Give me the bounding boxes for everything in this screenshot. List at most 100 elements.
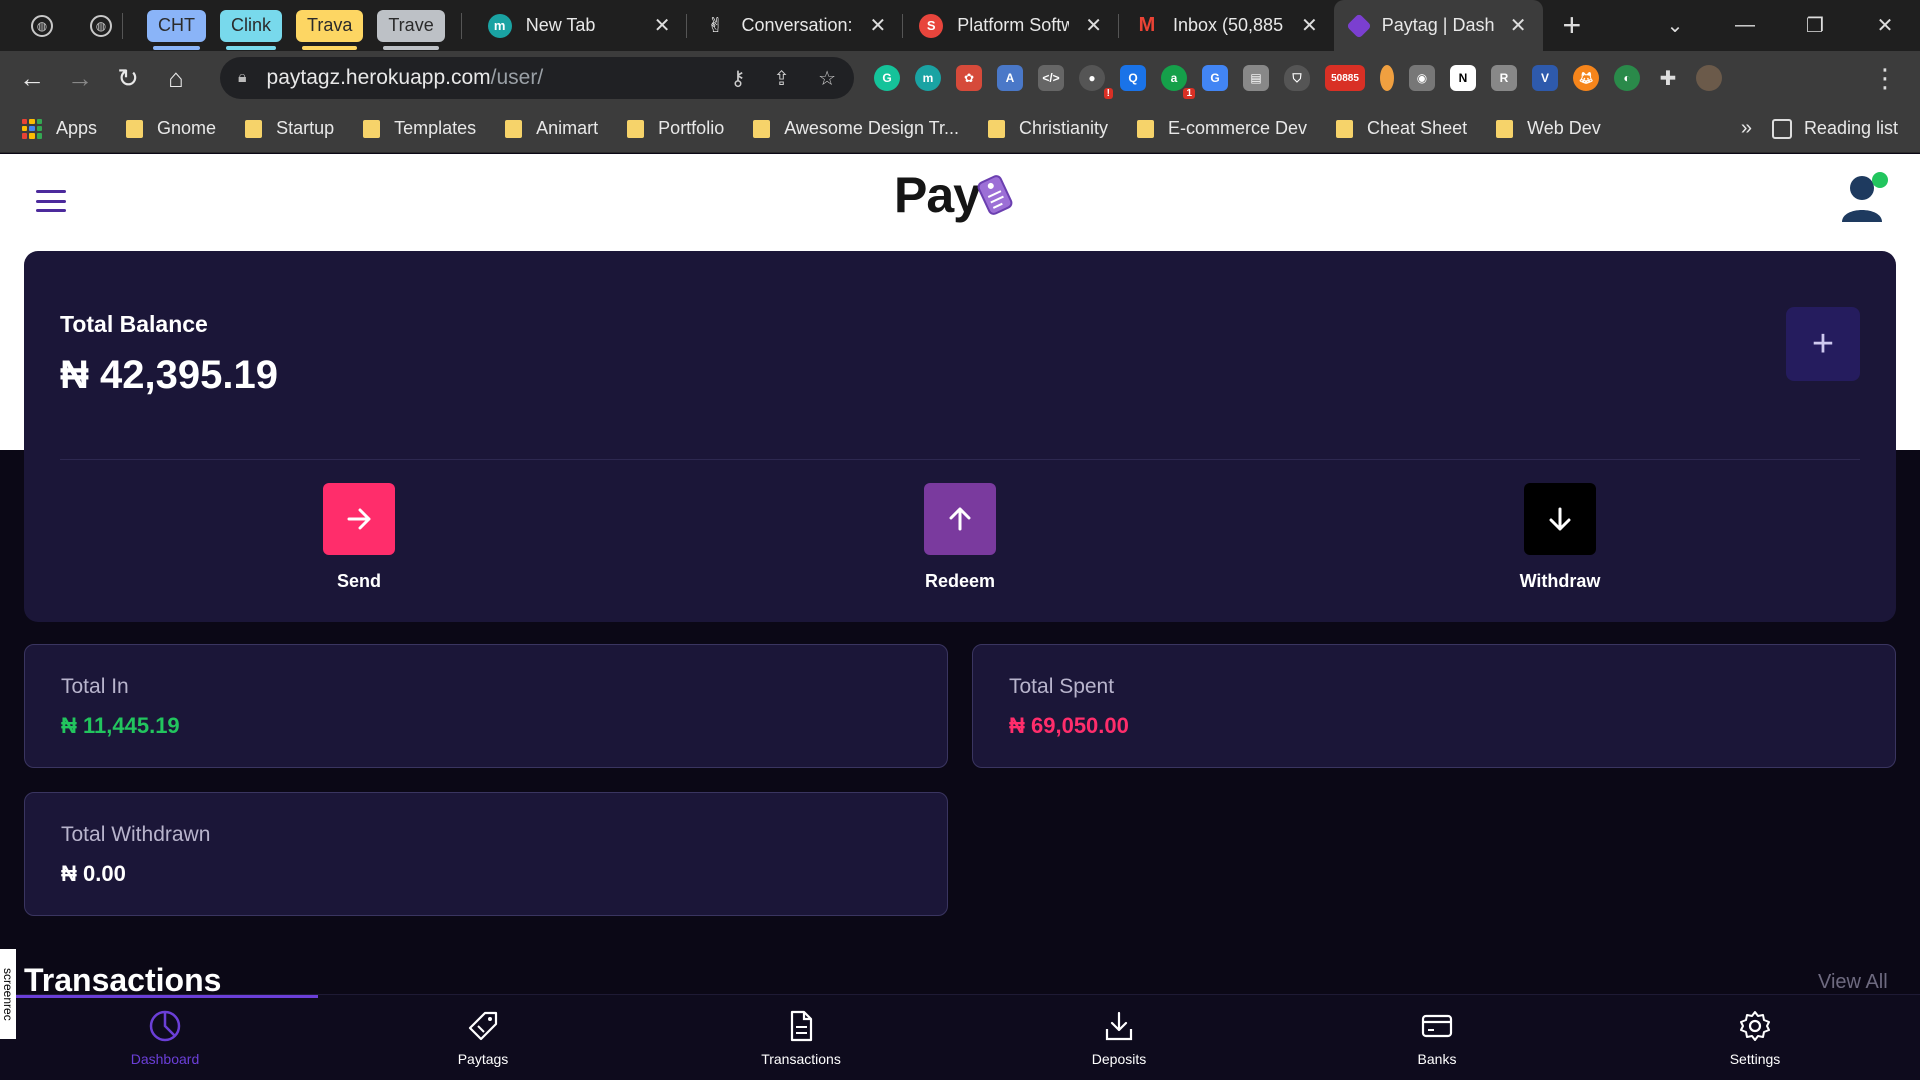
address-bar[interactable]: 🔒︎ paytagz.herokuapp.com/user/ ⚷ ⇪ ☆ bbox=[220, 57, 854, 99]
q-extension-icon[interactable]: Q bbox=[1120, 65, 1146, 91]
close-icon[interactable]: ✕ bbox=[1510, 13, 1527, 38]
translate-icon[interactable]: G bbox=[1202, 65, 1228, 91]
bookmark-apps[interactable]: Apps bbox=[22, 118, 97, 139]
extensions-bar: G m ✿ A </> ●! Q a1 G ▤ ⛉ 50885 ◉ N R V … bbox=[874, 65, 1722, 99]
view-all-link[interactable]: View All bbox=[1818, 971, 1888, 994]
send-button[interactable] bbox=[323, 483, 395, 555]
browser-tab-active[interactable]: Paytag | Dash ✕ bbox=[1333, 0, 1543, 51]
bookmark-label: Christianity bbox=[1018, 118, 1108, 138]
tag-logo-icon bbox=[977, 175, 1013, 215]
redeem-label: Redeem bbox=[924, 571, 996, 591]
close-icon[interactable]: ✕ bbox=[1301, 13, 1318, 38]
send-action[interactable]: Send bbox=[289, 483, 429, 592]
m-extension-icon[interactable]: m bbox=[915, 65, 941, 91]
bookmark-folder[interactable]: Startup bbox=[245, 118, 334, 139]
nav-dashboard[interactable]: Dashboard bbox=[105, 1009, 225, 1067]
s-logo-icon: S bbox=[919, 13, 944, 38]
star-icon[interactable]: ☆ bbox=[818, 66, 836, 91]
code-icon[interactable]: </> bbox=[1038, 65, 1064, 91]
bookmark-label: Apps bbox=[56, 118, 98, 138]
profile-avatar[interactable] bbox=[1696, 65, 1722, 91]
globe-icon[interactable]: ◍ bbox=[31, 14, 53, 37]
chevron-down-icon[interactable]: ⌄ bbox=[1640, 13, 1710, 38]
bookmark-folder[interactable]: Christianity bbox=[987, 118, 1108, 139]
close-icon[interactable]: ✕ bbox=[869, 13, 886, 38]
bookmark-folder[interactable]: Portfolio bbox=[627, 118, 724, 139]
globe-icon[interactable]: ◍ bbox=[90, 14, 112, 37]
withdraw-action[interactable]: Withdraw bbox=[1490, 483, 1630, 592]
minimize-icon[interactable]: — bbox=[1710, 14, 1780, 37]
shield-v-icon[interactable]: V bbox=[1532, 65, 1558, 91]
metamask-icon[interactable]: 🦊︎ bbox=[1573, 65, 1599, 91]
document-icon bbox=[790, 1010, 813, 1042]
kebab-menu-icon[interactable]: ⋮ bbox=[1872, 63, 1898, 94]
download-icon bbox=[1105, 1011, 1133, 1041]
bookmark-folder[interactable]: Web Dev bbox=[1496, 118, 1601, 139]
bookmark-folder[interactable]: E-commerce Dev bbox=[1137, 118, 1307, 139]
mail-count: 50885 bbox=[1331, 72, 1359, 84]
browser-tab[interactable]: m New Tab ✕ bbox=[472, 0, 687, 51]
nav-label: Paytags bbox=[457, 1051, 509, 1067]
redeem-button[interactable] bbox=[924, 483, 996, 555]
bookmark-folder[interactable]: Cheat Sheet bbox=[1336, 118, 1467, 139]
mail-counter-icon[interactable]: 50885 bbox=[1325, 65, 1365, 91]
tab-title: New Tab bbox=[525, 15, 596, 35]
puzzle-icon[interactable]: ✚ bbox=[1655, 65, 1681, 91]
tab-group-trave[interactable]: Trave bbox=[377, 9, 445, 50]
browser-tab[interactable]: S Platform Softw ✕ bbox=[903, 0, 1118, 51]
nav-banks[interactable]: Banks bbox=[1377, 1009, 1497, 1067]
bookmark-folder[interactable]: Animart bbox=[505, 118, 598, 139]
nav-deposits[interactable]: Deposits bbox=[1059, 1009, 1179, 1067]
new-tab-icon[interactable]: + bbox=[1563, 7, 1582, 44]
screenrec-overlay[interactable]: screenrec bbox=[0, 949, 16, 1039]
folder-icon bbox=[126, 119, 144, 138]
tab-group-clink[interactable]: Clink bbox=[220, 9, 283, 50]
close-icon[interactable]: ✕ bbox=[654, 13, 671, 38]
reading-list-button[interactable]: Reading list bbox=[1771, 118, 1898, 139]
window-controls: ⌄ — ❐ ✕ bbox=[1640, 0, 1920, 51]
grammarly-icon[interactable]: G bbox=[874, 65, 900, 91]
lock-icon[interactable]: 🔒︎ bbox=[238, 69, 247, 87]
mic-extension-icon[interactable]: ●! bbox=[1079, 65, 1113, 99]
window-extension-icon[interactable]: ▤ bbox=[1243, 65, 1269, 91]
redeem-action[interactable]: Redeem bbox=[890, 483, 1030, 592]
forward-arrow-icon[interactable]: → bbox=[56, 63, 104, 94]
nav-paytags[interactable]: Paytags bbox=[423, 1009, 543, 1067]
nav-transactions[interactable]: Transactions bbox=[741, 1009, 861, 1067]
close-window-icon[interactable]: ✕ bbox=[1850, 13, 1920, 38]
shield-icon[interactable]: ⛉ bbox=[1284, 65, 1310, 91]
hamburger-menu-icon[interactable] bbox=[36, 190, 66, 212]
camera-icon[interactable]: ◉ bbox=[1409, 65, 1435, 91]
bookmark-folder[interactable]: Gnome bbox=[126, 118, 216, 139]
add-funds-button[interactable]: + bbox=[1786, 307, 1860, 381]
bookmark-folder[interactable]: Templates bbox=[363, 118, 476, 139]
reload-icon[interactable]: ↻ bbox=[104, 63, 152, 94]
a-circle-extension-icon[interactable]: a1 bbox=[1161, 65, 1195, 99]
key-icon[interactable]: ⚷ bbox=[731, 66, 746, 91]
more-bookmarks-icon[interactable]: » bbox=[1741, 117, 1752, 140]
paytag-tag-icon bbox=[1346, 12, 1372, 39]
notion-icon[interactable]: N bbox=[1450, 65, 1476, 91]
tab-group-trava[interactable]: Trava bbox=[296, 9, 364, 50]
paytag-logo[interactable]: Pay bbox=[894, 166, 1014, 224]
tab-group-cht[interactable]: CHT bbox=[147, 9, 206, 50]
nav-label: Dashboard bbox=[130, 1051, 200, 1067]
santa-extension-icon[interactable]: ✿ bbox=[956, 65, 982, 91]
share-icon[interactable]: ⇪ bbox=[773, 66, 790, 91]
withdraw-button[interactable] bbox=[1524, 483, 1596, 555]
browser-tab[interactable]: M Inbox (50,885 ✕ bbox=[1119, 0, 1334, 51]
restore-icon[interactable]: ❐ bbox=[1780, 13, 1850, 38]
bookmark-label: Animart bbox=[536, 118, 599, 138]
pepper-extension-icon[interactable] bbox=[1380, 65, 1394, 91]
close-icon[interactable]: ✕ bbox=[1085, 13, 1102, 38]
a-extension-icon[interactable]: A bbox=[997, 65, 1023, 91]
bookmark-folder[interactable]: Awesome Design Tr... bbox=[753, 118, 959, 139]
divider bbox=[460, 12, 462, 39]
home-icon[interactable]: ⌂ bbox=[152, 63, 200, 94]
browser-tab[interactable]: ✌ Conversation: ✕ bbox=[687, 0, 902, 51]
back-arrow-icon[interactable]: ← bbox=[8, 63, 56, 94]
eye-extension-icon[interactable]: ◐ bbox=[1614, 65, 1640, 91]
nav-settings[interactable]: Settings bbox=[1695, 1009, 1815, 1067]
r-extension-icon[interactable]: R bbox=[1491, 65, 1517, 91]
user-avatar-icon[interactable] bbox=[1840, 170, 1890, 226]
